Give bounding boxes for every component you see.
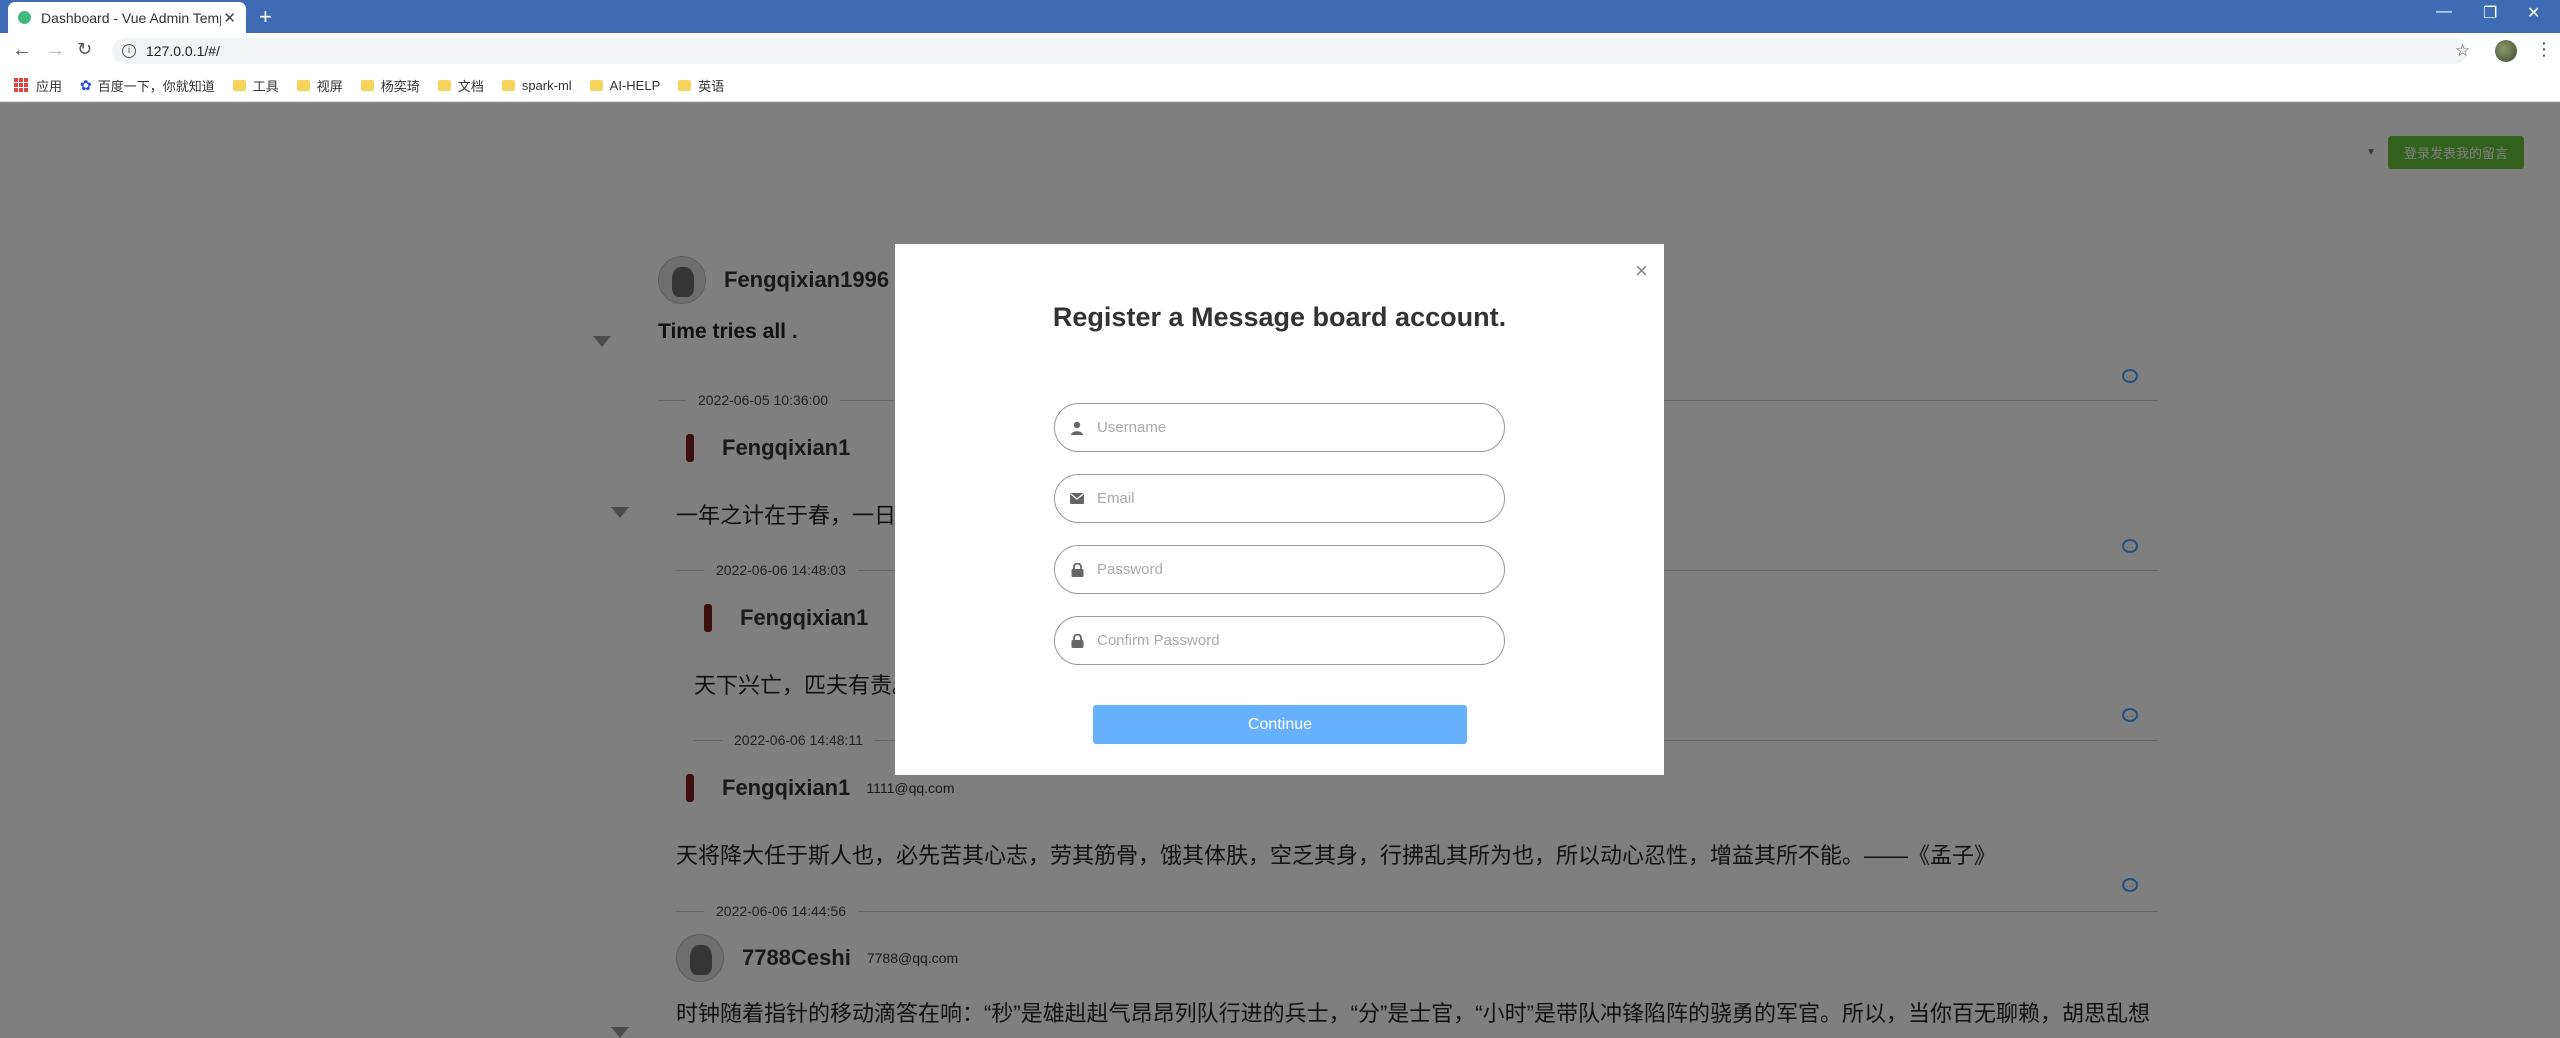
vue-favicon-icon xyxy=(18,11,31,24)
url-field[interactable]: i 127.0.0.1/#/ xyxy=(112,38,2467,64)
profile-avatar[interactable] xyxy=(2495,40,2517,62)
bookmark-folder-video[interactable]: 视屏 xyxy=(296,76,343,95)
close-window-icon[interactable]: ✕ xyxy=(2527,3,2540,23)
username-input[interactable] xyxy=(1097,419,1477,436)
email-input[interactable] xyxy=(1097,490,1477,507)
user-icon xyxy=(1069,420,1085,436)
folder-icon xyxy=(296,79,310,91)
browser-tab-active[interactable]: Dashboard - Vue Admin Temp ✕ xyxy=(8,2,246,33)
baidu-paw-icon: ✿ xyxy=(80,76,92,93)
envelope-icon xyxy=(1069,491,1085,507)
register-dialog: × Register a Message board account. Cont… xyxy=(895,244,1664,775)
menu-kebab-icon[interactable]: ⋮ xyxy=(2535,39,2553,60)
bookmark-baidu[interactable]: ✿ 百度一下，你就知道 xyxy=(80,76,215,95)
bookmark-folder-person[interactable]: 杨奕琦 xyxy=(360,76,420,95)
site-info-icon[interactable]: i xyxy=(122,44,136,58)
reload-icon[interactable]: ↻ xyxy=(77,39,92,60)
bookmark-folder-tools[interactable]: 工具 xyxy=(232,76,279,95)
bookmark-folder-docs[interactable]: 文档 xyxy=(437,76,484,95)
password-field[interactable] xyxy=(1054,545,1505,594)
address-bar: ← → ↻ i 127.0.0.1/#/ ☆ ⋮ xyxy=(0,33,2560,69)
tab-title: Dashboard - Vue Admin Temp xyxy=(41,9,221,26)
browser-tab-bar: Dashboard - Vue Admin Temp ✕ + — ❐ ✕ xyxy=(0,0,2560,33)
bookmark-star-icon[interactable]: ☆ xyxy=(2455,41,2470,61)
back-arrow-icon[interactable]: ← xyxy=(12,39,32,62)
folder-icon xyxy=(501,79,515,91)
restore-icon[interactable]: ❐ xyxy=(2483,3,2497,23)
bookmark-folder-aihelp[interactable]: AI-HELP xyxy=(589,78,660,93)
forward-arrow-icon[interactable]: → xyxy=(45,39,65,62)
minimize-icon[interactable]: — xyxy=(2436,3,2452,21)
url-text: 127.0.0.1/#/ xyxy=(146,43,220,59)
folder-icon xyxy=(678,79,692,91)
bookmark-apps[interactable]: 应用 xyxy=(14,76,62,95)
folder-icon xyxy=(437,79,451,91)
folder-icon xyxy=(232,79,246,91)
folder-icon xyxy=(360,79,374,91)
bookmarks-bar: 应用 ✿ 百度一下，你就知道 工具 视屏 杨奕琦 文档 spark-ml AI-… xyxy=(0,69,2560,102)
lock-icon xyxy=(1069,633,1085,649)
password-input[interactable] xyxy=(1097,561,1477,578)
new-tab-button[interactable]: + xyxy=(259,4,272,30)
confirm-password-field[interactable] xyxy=(1054,616,1505,665)
continue-button[interactable]: Continue xyxy=(1093,705,1467,744)
dialog-title: Register a Message board account. xyxy=(1052,302,1507,332)
tab-close-icon[interactable]: ✕ xyxy=(223,9,236,27)
bookmark-folder-spark[interactable]: spark-ml xyxy=(501,78,572,93)
folder-icon xyxy=(589,79,603,91)
apps-grid-icon xyxy=(14,78,28,92)
confirm-password-input[interactable] xyxy=(1097,632,1477,649)
close-icon[interactable]: × xyxy=(1635,258,1648,284)
bookmark-folder-english[interactable]: 英语 xyxy=(678,76,724,95)
username-field[interactable] xyxy=(1054,403,1505,452)
lock-icon xyxy=(1069,562,1085,578)
email-field[interactable] xyxy=(1054,474,1505,523)
